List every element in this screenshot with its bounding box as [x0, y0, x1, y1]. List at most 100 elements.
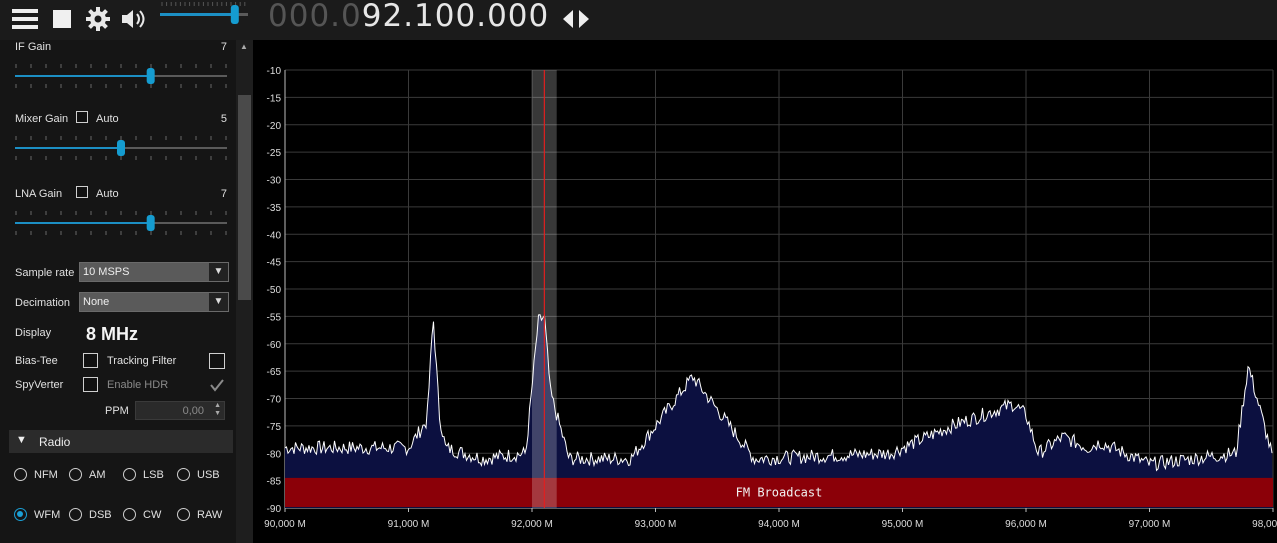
mixer-gain-slider[interactable]: [15, 134, 227, 162]
sample-rate-label: Sample rate: [15, 267, 75, 279]
lna-gain-slider[interactable]: [15, 209, 227, 237]
sample-rate-value: 10 MSPS: [83, 266, 130, 278]
mode-radio-am[interactable]: [69, 468, 82, 481]
chevron-down-icon: ▼: [209, 263, 228, 281]
x-tick-label: 94,000 M: [758, 519, 800, 530]
if-gain-slider[interactable]: [15, 62, 227, 90]
volume-slider[interactable]: [158, 0, 250, 36]
mode-label-usb: USB: [197, 469, 220, 481]
slider-knob[interactable]: [146, 215, 155, 231]
chevron-down-icon: ▼: [209, 293, 228, 311]
spyverter-label: SpyVerter: [15, 379, 64, 391]
spectrum-chart[interactable]: -10 -15 -20 -25 -30 -35 -40 -45 -50 -55 -60 -65 -70 -…: [253, 40, 1277, 543]
y-tick-label: -20: [267, 121, 282, 132]
lna-gain-auto-checkbox[interactable]: [76, 186, 88, 198]
y-tick-label: -35: [267, 203, 282, 214]
mode-label-wfm: WFM: [34, 509, 61, 521]
y-tick-label: -65: [267, 367, 282, 378]
scroll-up-icon[interactable]: ▲: [240, 42, 248, 51]
ppm-spinbox[interactable]: 0,00 ▲ ▼: [135, 401, 225, 420]
ppm-value: 0,00: [182, 405, 204, 417]
display-bandwidth-value: 8 MHz: [86, 324, 139, 344]
radio-section-header[interactable]: ▼ Radio: [9, 430, 233, 453]
y-tick-label: -70: [267, 395, 282, 406]
y-tick-label: -25: [267, 148, 282, 159]
y-tick-label: -60: [267, 340, 282, 351]
lna-gain-auto-label: Auto: [96, 188, 119, 200]
mode-label-raw: RAW: [197, 509, 223, 521]
radio-header-label: Radio: [39, 435, 71, 449]
x-tick-label: 91,000 M: [388, 519, 430, 530]
toolbar: 000.092.100.000: [0, 0, 1277, 40]
y-tick-label: -80: [267, 449, 282, 460]
speaker-volume-icon[interactable]: [120, 4, 148, 34]
spyverter-checkbox[interactable]: [83, 377, 98, 392]
enable-hdr-checkbox[interactable]: [209, 377, 225, 393]
x-tick-label: 95,000 M: [882, 519, 924, 530]
bias-tee-checkbox[interactable]: [83, 353, 98, 368]
gear-icon[interactable]: [86, 4, 110, 34]
mode-label-lsb: LSB: [143, 469, 164, 481]
sample-rate-select[interactable]: 10 MSPS ▼: [79, 262, 229, 282]
frequency-digits[interactable]: 92.100.000: [362, 0, 550, 34]
mode-label-dsb: DSB: [89, 509, 112, 521]
y-tick-label: -55: [267, 312, 282, 323]
mixer-gain-auto-checkbox[interactable]: [76, 111, 88, 123]
x-tick-label: 92,000 M: [511, 519, 553, 530]
x-tick-label: 96,000 M: [1005, 519, 1047, 530]
scrollbar-thumb[interactable]: [238, 95, 251, 300]
frequency-leading-digits[interactable]: 000.0: [268, 0, 362, 34]
y-tick-label: -15: [267, 93, 282, 104]
mixer-gain-auto-label: Auto: [96, 113, 119, 125]
bias-tee-label: Bias-Tee: [15, 355, 58, 367]
mode-radio-wfm[interactable]: [14, 508, 27, 521]
mode-radio-usb[interactable]: [177, 468, 190, 481]
y-tick-label: -10: [267, 66, 282, 77]
slider-knob[interactable]: [117, 140, 125, 156]
sidebar-scrollbar[interactable]: ▲: [236, 40, 253, 543]
stop-square-icon[interactable]: [53, 4, 71, 34]
ppm-label: PPM: [105, 405, 129, 417]
y-tick-label: -75: [267, 422, 282, 433]
lna-gain-value: 7: [220, 188, 227, 200]
left-right-arrows-icon[interactable]: [563, 4, 589, 34]
decimation-select[interactable]: None ▼: [79, 292, 229, 312]
mode-label-nfm: NFM: [34, 469, 58, 481]
y-tick-label: -40: [267, 230, 282, 241]
volume-slider-knob[interactable]: [230, 5, 239, 24]
tracking-filter-label: Tracking Filter: [107, 355, 177, 367]
tracking-filter-checkbox[interactable]: [209, 353, 225, 369]
display-label: Display: [15, 327, 52, 339]
mixer-gain-label: Mixer Gain: [15, 113, 69, 125]
spectrum-plot[interactable]: -10 -15 -20 -25 -30 -35 -40 -45 -50 -55 -60 -65 -70 -…: [253, 40, 1277, 543]
y-tick-label: -50: [267, 285, 282, 296]
enable-hdr-label: Enable HDR: [107, 379, 169, 391]
band-plan-label: FM Broadcast: [736, 485, 823, 499]
check-icon: [210, 379, 224, 392]
mode-radio-dsb[interactable]: [69, 508, 82, 521]
mixer-gain-value: 5: [220, 113, 227, 125]
x-tick-label: 98,000 M: [1252, 519, 1277, 530]
y-tick-label: -85: [267, 477, 282, 488]
hamburger-menu-icon[interactable]: [12, 4, 38, 34]
if-gain-label: IF Gain: [15, 41, 52, 53]
if-gain-value: 7: [220, 41, 227, 53]
frequency-display[interactable]: 000.092.100.000: [268, 0, 549, 34]
y-tick-label: -30: [267, 176, 282, 187]
spin-arrows-icon[interactable]: ▲ ▼: [214, 402, 221, 418]
mode-radio-cw[interactable]: [123, 508, 136, 521]
y-tick-label: -90: [267, 504, 282, 515]
slider-knob[interactable]: [146, 68, 155, 84]
x-tick-label: 97,000 M: [1129, 519, 1171, 530]
collapse-triangle-icon: ▼: [16, 434, 27, 446]
x-tick-label: 90,000 M: [264, 519, 306, 530]
decimation-label: Decimation: [15, 297, 71, 309]
decimation-value: None: [83, 296, 110, 308]
mode-radio-nfm[interactable]: [14, 468, 27, 481]
mode-label-am: AM: [89, 469, 106, 481]
source-settings-panel: IF Gain 7 Mixer Gain Auto 5 LNA Gain Aut…: [9, 40, 233, 543]
mode-radio-raw[interactable]: [177, 508, 190, 521]
x-tick-label: 93,000 M: [635, 519, 677, 530]
y-tick-label: -45: [267, 258, 282, 269]
mode-radio-lsb[interactable]: [123, 468, 136, 481]
